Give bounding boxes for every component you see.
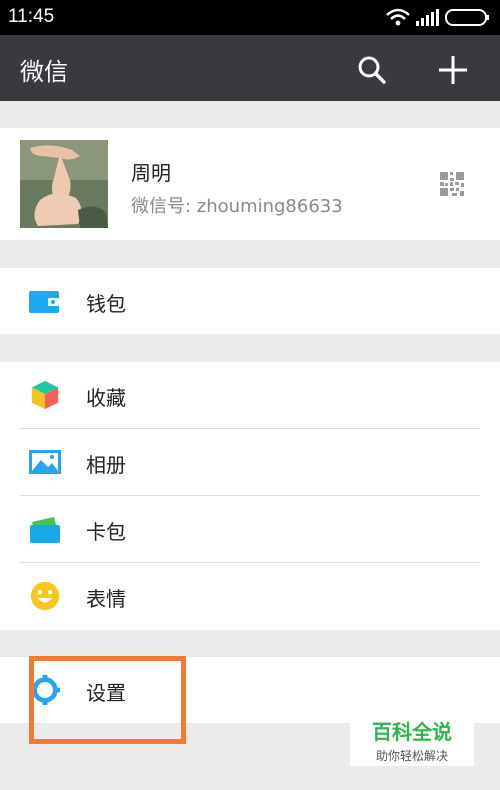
wallet-icon	[29, 291, 59, 313]
status-bar: 11:45	[0, 0, 500, 35]
profile-wechat-id: 微信号: zhouming86633	[131, 196, 343, 217]
wallet-section: 钱包	[0, 268, 500, 334]
battery-icon	[445, 9, 489, 26]
card-icon	[30, 517, 60, 543]
app-title: 微信	[20, 58, 68, 86]
status-icons	[386, 8, 489, 26]
menu-label-album: 相册	[86, 453, 126, 477]
watermark-title: 百科全说	[372, 720, 452, 744]
avatar	[20, 140, 108, 228]
add-icon[interactable]	[436, 53, 470, 87]
search-icon[interactable]	[355, 53, 389, 87]
signal-icon	[416, 9, 439, 26]
menu-item-favorites[interactable]: 收藏	[0, 362, 500, 428]
menu-label-favorites: 收藏	[86, 386, 126, 410]
menu-item-stickers[interactable]: 表情	[0, 563, 500, 629]
profile-card[interactable]: 周明 微信号: zhouming86633	[0, 128, 500, 240]
menu-item-wallet[interactable]: 钱包	[0, 268, 500, 334]
menu-label-stickers: 表情	[86, 587, 126, 611]
features-section: 收藏 相册 卡包 表情	[0, 362, 500, 630]
profile-name: 周明	[131, 161, 171, 185]
status-time: 11:45	[8, 6, 55, 27]
menu-item-cards[interactable]: 卡包	[0, 496, 500, 562]
watermark-subtitle: 助你轻松解决	[375, 749, 448, 763]
menu-label-cards: 卡包	[86, 520, 126, 544]
watermark: 百科全说 助你轻松解决	[350, 710, 474, 766]
smiley-icon	[30, 581, 60, 611]
photo-icon	[29, 450, 61, 474]
qr-code-icon[interactable]	[439, 171, 465, 197]
cube-icon	[31, 380, 59, 410]
app-bar: 微信	[0, 35, 500, 101]
menu-item-album[interactable]: 相册	[0, 429, 500, 495]
highlight-box	[29, 656, 186, 744]
menu-label-wallet: 钱包	[86, 292, 126, 316]
wifi-icon	[386, 8, 410, 26]
